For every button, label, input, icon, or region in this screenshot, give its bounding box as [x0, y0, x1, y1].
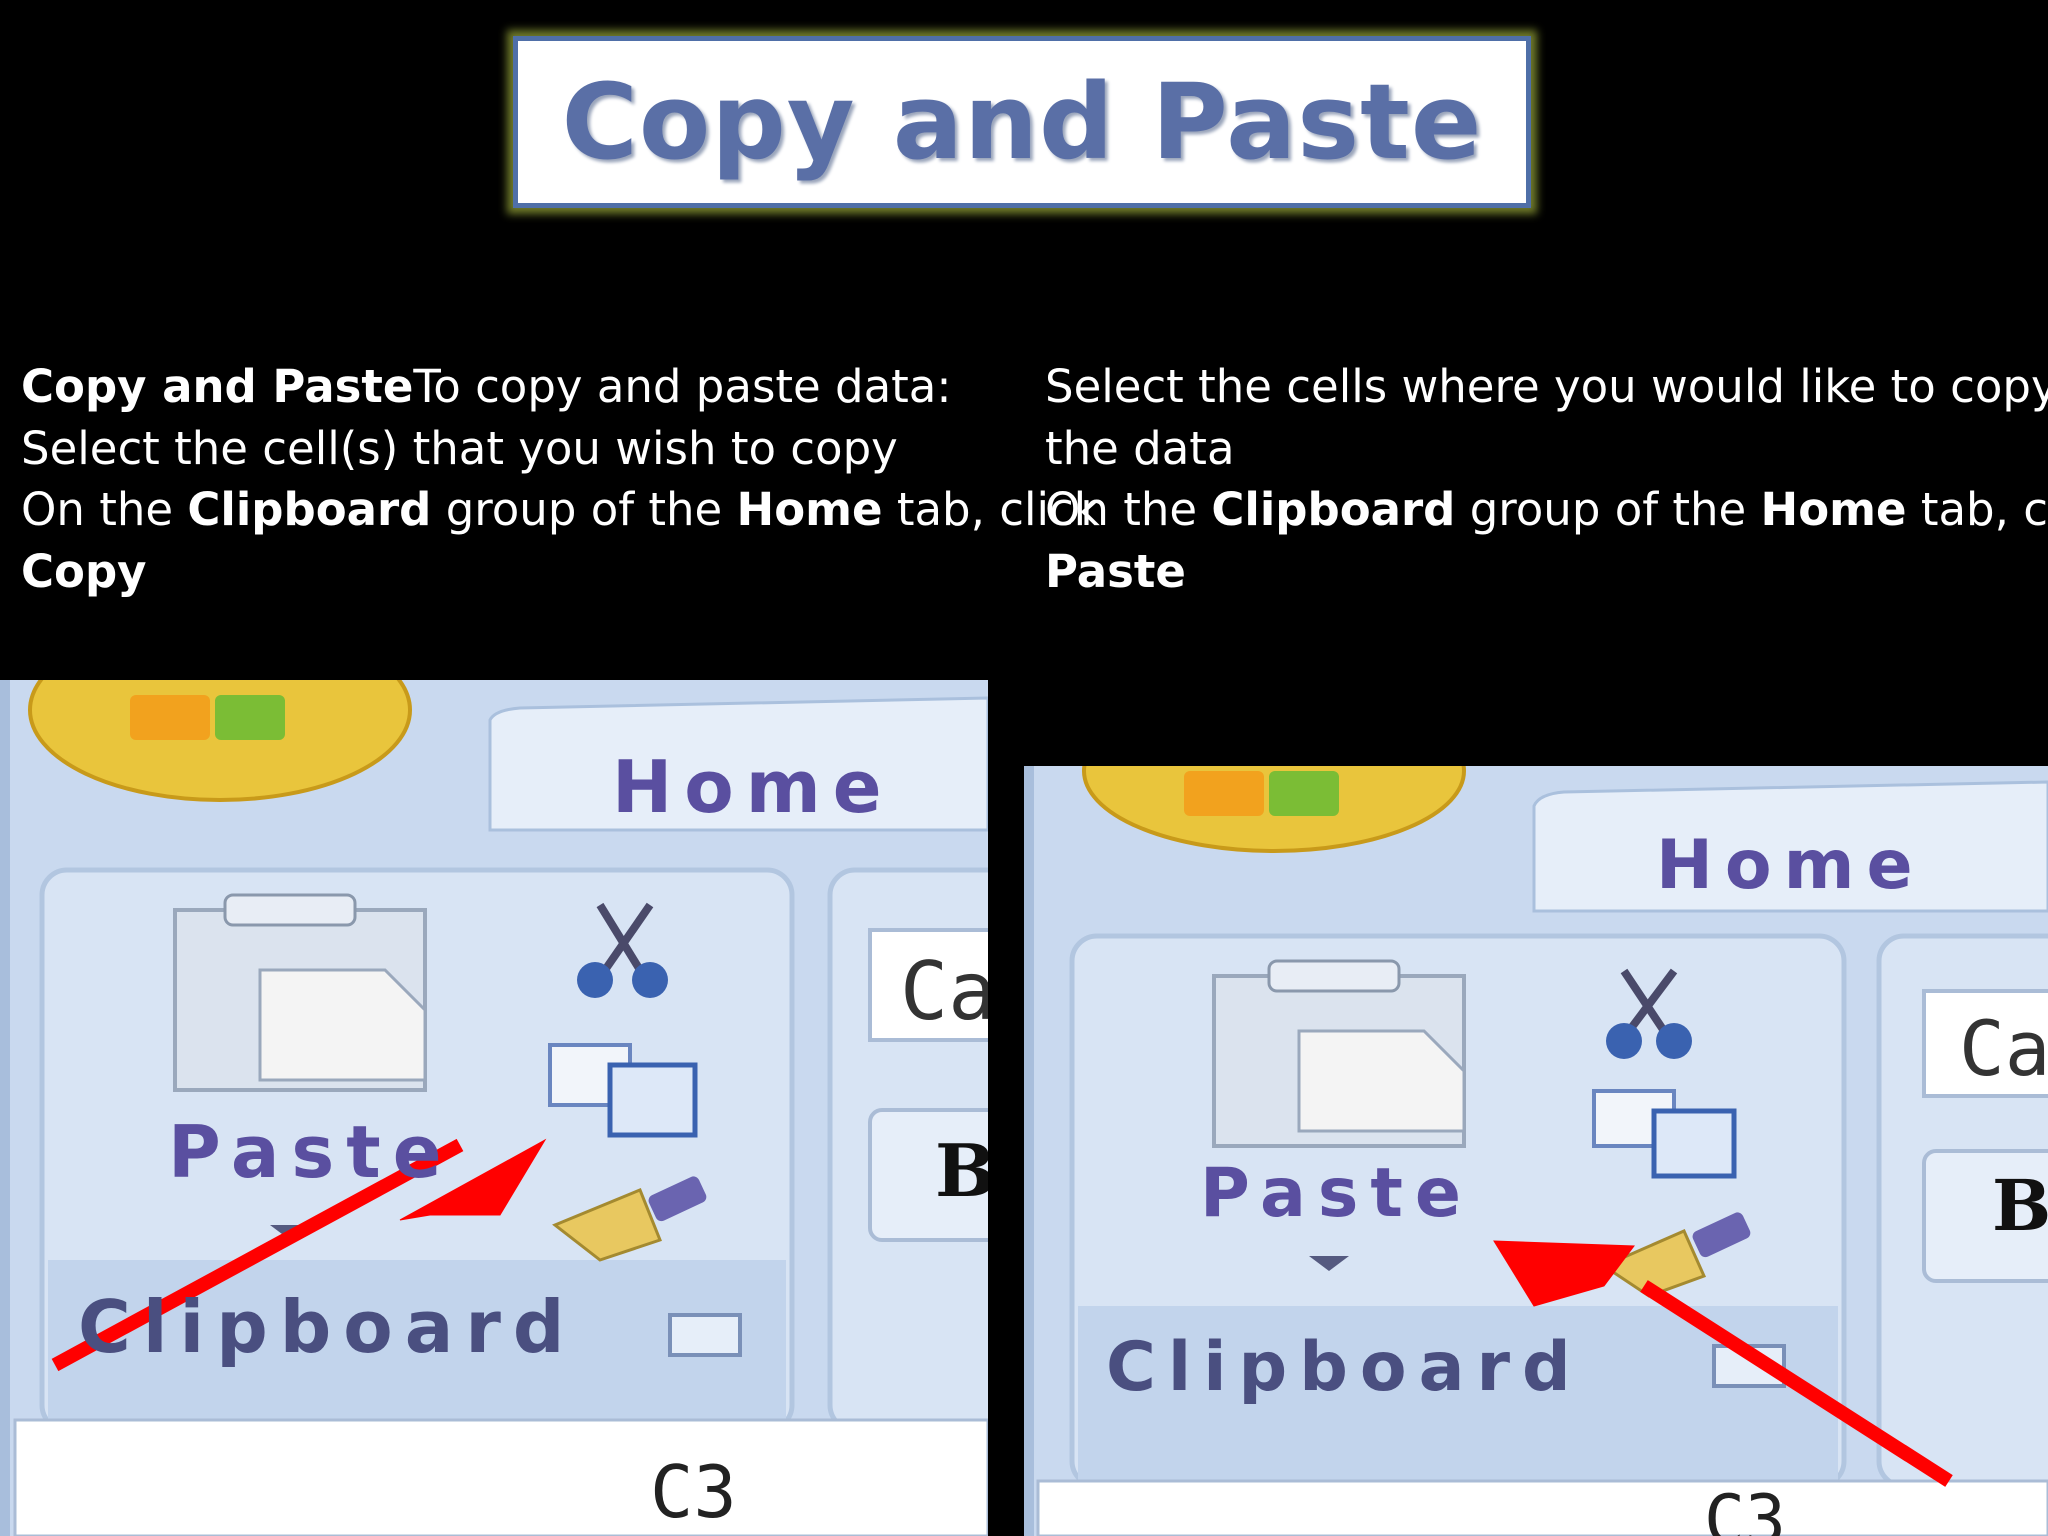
- bold-button-label[interactable]: B: [1992, 1164, 2048, 1247]
- left-step-home: Home: [736, 483, 883, 536]
- font-name-value[interactable]: Ca: [1959, 1004, 2048, 1093]
- right-step-text: group of the: [1455, 483, 1761, 536]
- left-step-select: Select the cell(s) that you wish to copy: [21, 421, 898, 475]
- paste-button-label[interactable]: Paste: [168, 1110, 454, 1194]
- paste-button-label[interactable]: Paste: [1200, 1154, 1473, 1233]
- tab-home-label[interactable]: Home: [612, 745, 894, 829]
- left-heading: Copy and Paste: [21, 360, 414, 413]
- right-step-home: Home: [1760, 483, 1907, 536]
- name-box: [13, 1418, 988, 1536]
- left-intro: To copy and paste data:: [413, 360, 952, 413]
- font-name-value[interactable]: Ca: [900, 945, 988, 1038]
- name-box-value[interactable]: C3: [650, 1450, 737, 1534]
- right-step-text: tab, click: [1920, 483, 2048, 536]
- right-step-select-cont: the data: [1045, 421, 1235, 475]
- name-box-value[interactable]: C3: [1704, 1481, 1786, 1536]
- left-step-text: On the: [21, 483, 188, 536]
- office-logo-icon: [1184, 771, 1264, 816]
- office-logo-icon: [130, 695, 210, 740]
- right-step-text: On the: [1045, 483, 1212, 536]
- right-step-clipboard: Clipboard: [1211, 483, 1456, 536]
- ribbon-screenshot-copy: Home Paste Clipboard Ca B C3: [0, 680, 988, 1536]
- right-instructions: Select the cells where you would like to…: [1045, 356, 2048, 602]
- tab-home-label[interactable]: Home: [1656, 826, 1925, 905]
- left-step-clipboard: Clipboard: [187, 483, 432, 536]
- clipboard-group-label: Clipboard: [1106, 1328, 1583, 1407]
- title-box: Copy and Paste: [513, 36, 1531, 208]
- slide-title: Copy and Paste: [561, 61, 1483, 183]
- dialog-launcher-icon: [668, 1313, 742, 1357]
- clipboard-group-label: Clipboard: [78, 1285, 577, 1369]
- left-step-copy: Copy: [21, 544, 147, 598]
- left-step-text: group of the: [431, 483, 737, 536]
- ribbon-screenshot-paste: Home Paste Clipboard Ca B C3: [1024, 766, 2048, 1536]
- bold-button-label[interactable]: B: [935, 1128, 988, 1213]
- right-step-select: Select the cells where you would like to…: [1045, 360, 2048, 413]
- left-instructions: Copy and PasteTo copy and paste data: Se…: [21, 356, 1100, 602]
- right-step-paste: Paste: [1045, 544, 1186, 598]
- name-box: [1036, 1479, 2048, 1536]
